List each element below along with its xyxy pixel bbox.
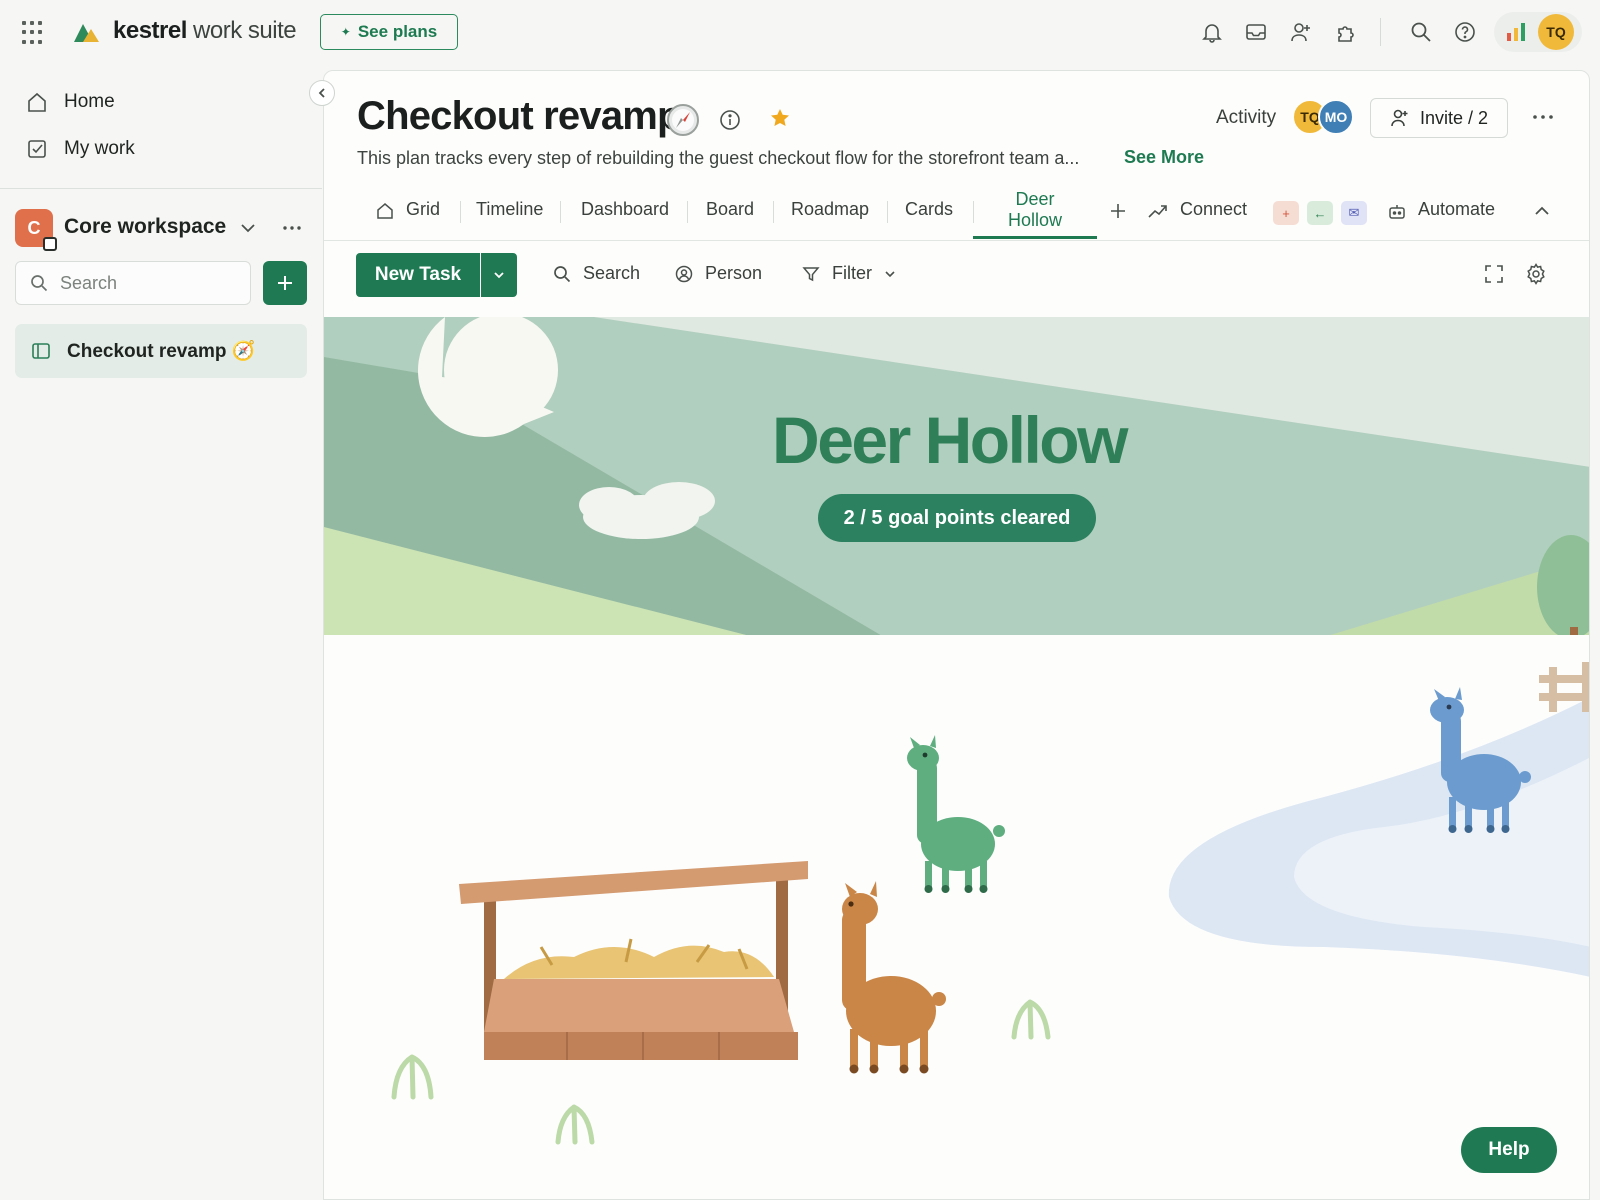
board-more-icon[interactable] [1529, 106, 1557, 128]
workspace-badge-icon [43, 237, 57, 251]
help-question-icon[interactable] [1452, 19, 1478, 45]
chevron-down-icon[interactable] [237, 217, 259, 239]
filter-button[interactable]: Filter [802, 263, 896, 284]
inbox-icon[interactable] [1243, 19, 1269, 45]
new-task-button[interactable]: New Task [356, 253, 480, 297]
collapse-sidebar-button[interactable] [309, 80, 335, 106]
invite-people-icon[interactable] [1288, 19, 1314, 45]
app-mail-icon[interactable]: ✉ [1341, 201, 1367, 225]
app-grid-icon[interactable] [22, 21, 46, 45]
goal-progress-badge: 2 / 5 goal points cleared [818, 494, 1096, 542]
topbar-divider [1380, 18, 1381, 46]
notifications-bell-icon[interactable] [1199, 19, 1225, 45]
settings-gear-icon[interactable] [1525, 263, 1547, 285]
deer-hollow-scene: Deer Hollow 2 / 5 goal points cleared [324, 317, 1589, 1199]
robot-icon [1389, 205, 1405, 219]
new-task-dropdown[interactable] [481, 253, 517, 297]
fullscreen-icon[interactable] [1484, 264, 1504, 284]
invite-button[interactable]: Invite / 2 [1370, 98, 1508, 138]
workspace-name[interactable]: Core workspace [64, 215, 226, 239]
brand-logo [74, 24, 99, 42]
tab-roadmap[interactable]: Roadmap [791, 199, 869, 220]
board-panel: Checkout revamp Activity TQ MO Invite / … [323, 70, 1590, 1200]
sparkle-icon: ✦ [340, 25, 351, 39]
page-title: Checkout revamp [357, 94, 681, 138]
sidebar-divider [0, 188, 322, 189]
top-bar: kestrel work suite ✦ See plans TQ [0, 0, 1600, 64]
sidebar-item-home[interactable]: Home [26, 87, 115, 117]
chevron-up-icon[interactable] [1533, 202, 1551, 220]
view-tabs: Grid Timeline Dashboard Board Roadmap Ca… [324, 181, 1589, 241]
account-avatar[interactable]: TQ [1538, 14, 1574, 50]
trend-icon [1148, 205, 1167, 218]
avatar[interactable]: MO [1318, 99, 1354, 135]
plus-icon [278, 276, 292, 290]
board-description: This plan tracks every step of rebuildin… [357, 148, 1080, 168]
help-button[interactable]: Help [1461, 1127, 1557, 1173]
activity-link[interactable]: Activity [1216, 107, 1276, 129]
board-toolbar: New Task Search Person Filter [324, 242, 1589, 316]
home-icon [28, 92, 46, 112]
sidebar-item-checkout-revamp[interactable]: Checkout revamp 🧭 [15, 324, 307, 378]
add-view-icon[interactable] [1109, 202, 1127, 220]
tab-grid[interactable]: Grid [406, 199, 440, 220]
brand-name: kestrel work suite [113, 17, 297, 44]
see-more-link[interactable]: See More [1124, 147, 1204, 168]
add-person-icon [1391, 109, 1408, 127]
filter-icon [802, 266, 820, 281]
tab-dashboard[interactable]: Dashboard [581, 199, 669, 220]
tab-cards[interactable]: Cards [905, 199, 953, 220]
sidebar-search[interactable] [15, 261, 251, 305]
sidebar-search-input[interactable] [60, 272, 230, 294]
search-icon[interactable] [1408, 19, 1434, 45]
search-icon [31, 275, 48, 292]
search-icon [554, 265, 571, 282]
add-board-button[interactable] [263, 261, 307, 305]
home-icon [377, 203, 393, 219]
tab-timeline[interactable]: Timeline [476, 199, 543, 220]
chevron-left-icon [318, 88, 325, 98]
active-tab-indicator [973, 236, 1097, 239]
tab-board[interactable]: Board [706, 199, 754, 220]
scene-title: Deer Hollow [772, 403, 1128, 477]
info-icon[interactable] [719, 109, 741, 131]
person-filter[interactable]: Person [675, 263, 762, 284]
search-tool[interactable]: Search [553, 263, 640, 284]
sidebar-item-my-work[interactable]: My work [26, 134, 135, 164]
workspace-avatar[interactable]: C [15, 209, 57, 251]
product-switcher-icon[interactable] [1505, 22, 1527, 42]
tab-deer-hollow[interactable]: Deer Hollow [973, 189, 1097, 231]
sidebar: Home My work C Core workspace Checkout r… [0, 64, 322, 1200]
person-icon [675, 265, 693, 282]
automate-button[interactable]: Automate [1418, 199, 1495, 220]
chevron-down-icon [494, 272, 504, 279]
board-icon [32, 343, 50, 359]
chevron-down-icon [885, 270, 895, 277]
compass-icon [667, 104, 699, 136]
app-arrow-icon[interactable]: ← [1307, 201, 1333, 225]
see-plans-button[interactable]: ✦ See plans [320, 14, 458, 50]
favorite-star-icon[interactable] [769, 107, 791, 129]
integrations-puzzle-icon[interactable] [1333, 19, 1359, 45]
checkbox-icon [28, 140, 46, 158]
connect-button[interactable]: Connect [1180, 199, 1247, 220]
more-options-icon[interactable] [280, 217, 304, 239]
app-plus-icon[interactable]: + [1273, 201, 1299, 225]
